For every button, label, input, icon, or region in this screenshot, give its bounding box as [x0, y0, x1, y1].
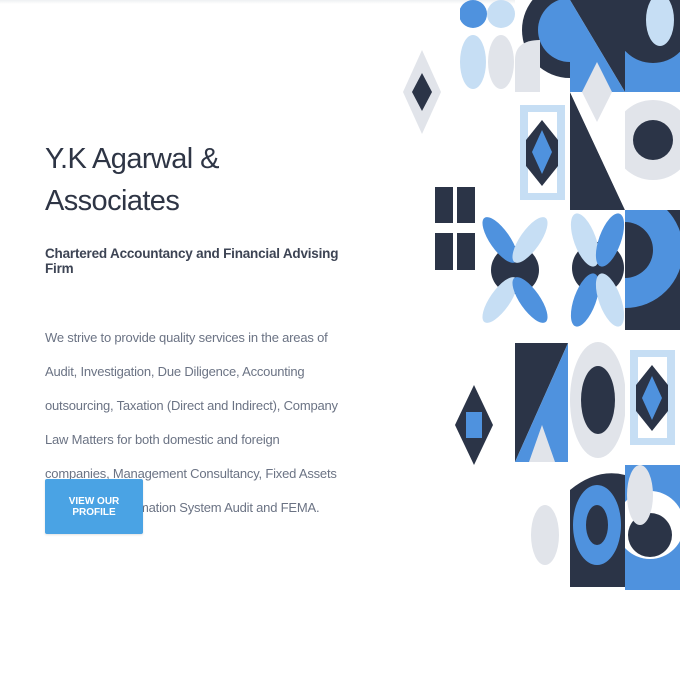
split-triangle-tile: [515, 343, 568, 462]
wave-tile: [625, 465, 680, 590]
diamond-shape-top: [403, 50, 441, 134]
triangle-tile: [570, 0, 625, 210]
petal-tile: [570, 213, 625, 327]
pale-ellipse: [531, 505, 559, 565]
tagline: Chartered Accountancy and Financial Advi…: [45, 246, 339, 276]
grid-squares-tile: [435, 187, 475, 270]
hero-section: Y.K Agarwal & Associates Chartered Accou…: [45, 138, 345, 525]
ring-tile-middle: [570, 340, 625, 460]
hexagon-tile-bottom: [630, 350, 675, 445]
ring-tile-bottom: [570, 465, 625, 587]
company-name: Y.K Agarwal & Associates: [45, 143, 219, 217]
view-profile-button[interactable]: VIEW OUR PROFILE: [45, 479, 143, 534]
geometric-pattern-illustration: [403, 0, 680, 590]
pinwheel-tile: [482, 217, 548, 323]
hexagon-tile-top: [520, 105, 565, 200]
circles-tile: [460, 0, 515, 89]
diamond-shape-bottom: [455, 385, 493, 465]
